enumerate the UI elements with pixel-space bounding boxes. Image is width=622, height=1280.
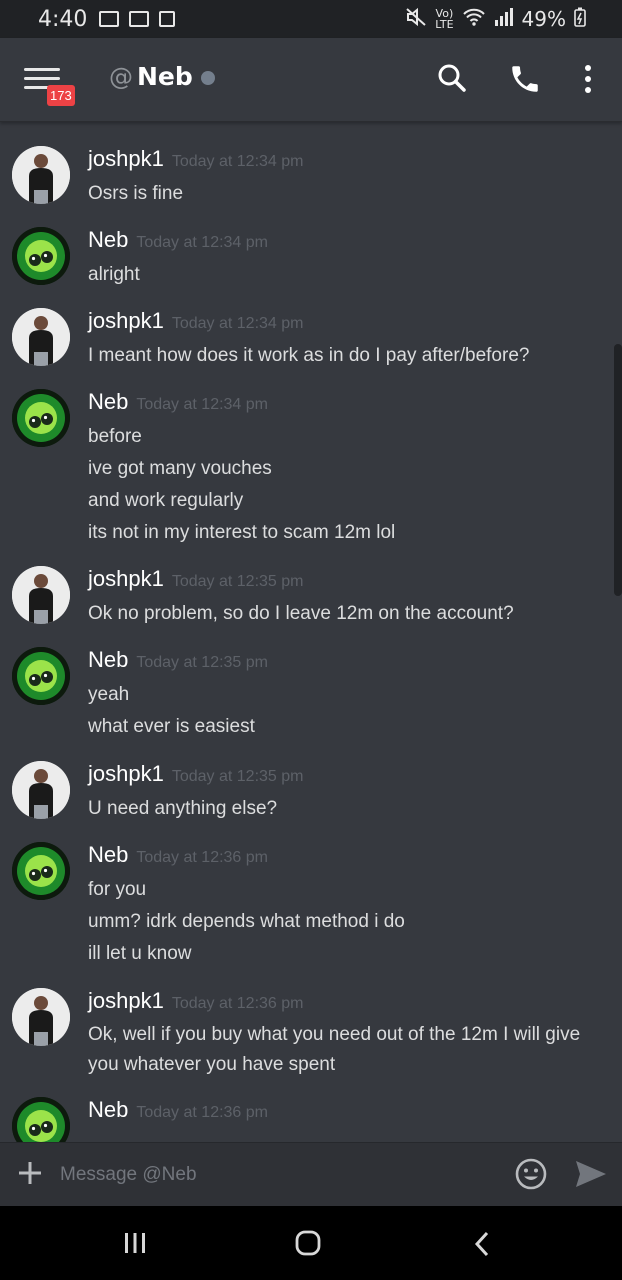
message-body: yeah what ever is easiest xyxy=(88,679,255,743)
message-header: joshpk1 Today at 12:34 pm xyxy=(88,308,303,334)
avatar[interactable] xyxy=(12,647,70,705)
message-header: Neb Today at 12:36 pm xyxy=(88,842,268,868)
username[interactable]: joshpk1 xyxy=(88,146,164,171)
message-header: joshpk1 Today at 12:34 pm xyxy=(88,146,303,172)
gmail-notification-icon xyxy=(129,11,150,27)
message-text: U need anything else? xyxy=(88,798,278,819)
system-nav-bar xyxy=(0,1206,622,1280)
avatar[interactable] xyxy=(12,389,70,447)
message-text: Ok no problem, so do I leave 12m on the … xyxy=(88,603,514,624)
avatar[interactable] xyxy=(12,308,70,366)
avatar[interactable] xyxy=(12,566,70,624)
message-body: before ive got many vouches and work regul… xyxy=(88,421,395,549)
search-icon[interactable] xyxy=(436,62,472,98)
phone-icon[interactable] xyxy=(508,62,544,98)
unread-badge: 173 xyxy=(47,85,75,106)
message-body: for you umm? idrk depends what method i d… xyxy=(88,874,405,970)
avatar[interactable] xyxy=(12,988,70,1046)
username[interactable]: Neb xyxy=(88,227,128,252)
home-icon[interactable] xyxy=(294,1230,324,1258)
message-scrollbar[interactable] xyxy=(614,344,622,596)
message-header: Neb Today at 12:34 pm xyxy=(88,227,268,253)
message-text: ill let u know xyxy=(88,943,192,964)
username[interactable]: Neb xyxy=(88,1097,128,1122)
volte-indicator: Vo) LTE xyxy=(435,8,453,30)
status-time: 4:40 xyxy=(38,6,88,32)
avatar[interactable] xyxy=(12,227,70,285)
more-vertical-icon[interactable] xyxy=(574,62,610,98)
battery-icon xyxy=(574,7,586,32)
message-timestamp: Today at 12:34 pm xyxy=(171,315,304,332)
channel-header: 173 @ Neb xyxy=(0,38,622,122)
message-timestamp: Today at 12:34 pm xyxy=(171,153,304,170)
network-label: LTE xyxy=(435,18,454,31)
offline-status-icon xyxy=(200,71,215,85)
username[interactable]: joshpk1 xyxy=(88,761,164,786)
message-text: for you xyxy=(88,879,147,900)
username[interactable]: joshpk1 xyxy=(88,566,164,591)
message-body: I meant how does it work as in do I pay … xyxy=(88,340,529,372)
avatar[interactable] xyxy=(12,1097,70,1142)
dm-at-symbol: @ xyxy=(109,62,133,91)
message-timestamp: Today at 12:35 pm xyxy=(136,654,268,671)
message-body: Osrs is fine xyxy=(88,178,183,210)
app-notification-icon xyxy=(159,11,176,27)
message-text: ive got many vouches xyxy=(88,458,272,479)
message-timestamp: Today at 12:35 pm xyxy=(171,768,304,785)
message-header: joshpk1 Today at 12:35 pm xyxy=(88,761,303,787)
message-timestamp: Today at 12:34 pm xyxy=(136,234,268,251)
message-timestamp: Today at 12:36 pm xyxy=(136,849,268,866)
battery-percent: 49% xyxy=(521,7,566,31)
message-header: Neb Today at 12:34 pm xyxy=(88,389,268,415)
username[interactable]: joshpk1 xyxy=(88,308,164,333)
message-body: Ok no problem, so do I leave 12m on the … xyxy=(88,598,514,630)
message-text: umm? idrk depends what method i do xyxy=(88,911,405,932)
message-text: yeah xyxy=(88,684,130,705)
message-text: alright xyxy=(88,264,140,285)
status-bar: 4:40 Vo) LTE 49% xyxy=(0,0,622,38)
gallery-notification-icon xyxy=(99,11,120,27)
message-timestamp: Today at 12:34 pm xyxy=(136,396,268,413)
message-text: Osrs is fine xyxy=(88,183,184,204)
back-icon[interactable] xyxy=(470,1230,500,1258)
avatar[interactable] xyxy=(12,146,70,204)
avatar[interactable] xyxy=(12,761,70,819)
message-body: alright xyxy=(88,259,140,291)
emoji-icon[interactable] xyxy=(514,1157,548,1191)
username[interactable]: Neb xyxy=(88,842,128,867)
username[interactable]: joshpk1 xyxy=(88,988,164,1013)
channel-name[interactable]: Neb xyxy=(137,62,193,91)
message-text: its not in my interest to scam 12m lol xyxy=(88,522,396,543)
message-timestamp: Today at 12:36 pm xyxy=(171,995,304,1012)
avatar[interactable] xyxy=(12,842,70,900)
message-header: joshpk1 Today at 12:36 pm xyxy=(88,988,303,1014)
message-composer xyxy=(0,1142,622,1206)
message-text: what ever is easiest xyxy=(88,716,255,737)
message-header: Neb Today at 12:36 pm xyxy=(88,1097,268,1123)
message-header: joshpk1 Today at 12:35 pm xyxy=(88,566,303,592)
message-timestamp: Today at 12:36 pm xyxy=(136,1104,268,1121)
message-timestamp: Today at 12:35 pm xyxy=(171,573,304,590)
send-icon[interactable] xyxy=(574,1159,608,1189)
message-input[interactable] xyxy=(60,1158,500,1192)
wifi-icon xyxy=(462,7,486,32)
message-list[interactable]: joshpk1 Today at 12:34 pm Osrs is fine Neb T… xyxy=(0,122,622,1142)
username[interactable]: Neb xyxy=(88,389,128,414)
plus-icon[interactable] xyxy=(16,1159,44,1187)
message-body: U need anything else? xyxy=(88,793,277,825)
message-text: and work regularly xyxy=(88,490,244,511)
mute-icon xyxy=(405,7,427,32)
recents-icon[interactable] xyxy=(122,1230,152,1258)
message-text: Ok, well if you buy what you need out of… xyxy=(88,1024,581,1075)
message-body: Ok, well if you buy what you need out of… xyxy=(88,1020,608,1080)
message-text: before xyxy=(88,426,142,447)
message-text: I meant how does it work as in do I pay … xyxy=(88,345,530,366)
username[interactable]: Neb xyxy=(88,647,128,672)
message-header: Neb Today at 12:35 pm xyxy=(88,647,268,673)
page-title: @ Neb xyxy=(109,62,215,91)
signal-icon xyxy=(494,7,514,31)
